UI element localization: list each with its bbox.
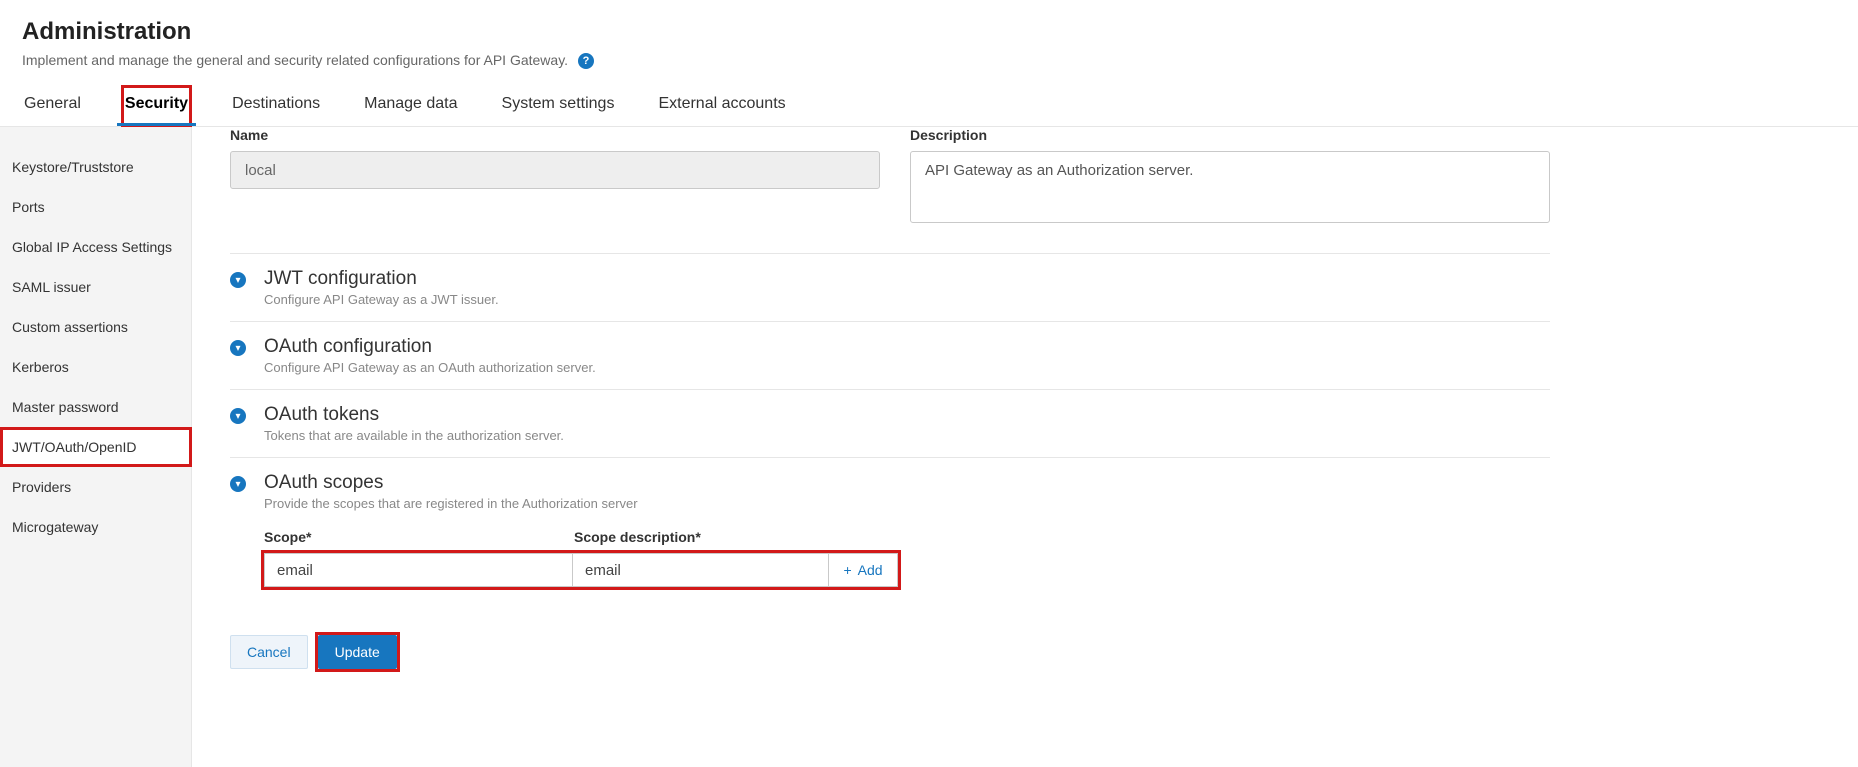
description-label: Description	[910, 127, 1550, 143]
accordion-title: OAuth configuration	[264, 336, 596, 358]
tab-system-settings[interactable]: System settings	[500, 87, 617, 125]
accordion-header-jwt[interactable]: ▾ JWT configuration Configure API Gatewa…	[230, 268, 1550, 307]
chevron-down-icon: ▾	[230, 408, 246, 424]
sidebar-item-keystore[interactable]: Keystore/Truststore	[0, 147, 191, 187]
sidebar-item-global-ip[interactable]: Global IP Access Settings	[0, 227, 191, 267]
accordion-title: JWT configuration	[264, 268, 499, 290]
accordion-subtitle: Tokens that are available in the authori…	[264, 428, 564, 443]
footer-buttons: Cancel Update	[230, 635, 1838, 669]
update-button[interactable]: Update	[318, 635, 397, 669]
accordion-oauth-scopes: ▾ OAuth scopes Provide the scopes that a…	[230, 457, 1550, 601]
accordion-subtitle: Configure API Gateway as a JWT issuer.	[264, 292, 499, 307]
sidebar-item-saml[interactable]: SAML issuer	[0, 267, 191, 307]
tab-security[interactable]: Security	[123, 87, 190, 125]
accordion-oauth-tokens: ▾ OAuth tokens Tokens that are available…	[230, 389, 1550, 457]
accordion-subtitle: Provide the scopes that are registered i…	[264, 496, 638, 511]
accordion-jwt-config: ▾ JWT configuration Configure API Gatewa…	[230, 253, 1550, 321]
add-label: Add	[858, 562, 883, 578]
chevron-down-icon: ▾	[230, 272, 246, 288]
page-subtitle-text: Implement and manage the general and sec…	[22, 52, 568, 68]
accordion-title: OAuth scopes	[264, 472, 638, 494]
add-scope-button[interactable]: + Add	[828, 553, 898, 587]
sidebar-item-master-password[interactable]: Master password	[0, 387, 191, 427]
description-input[interactable]	[910, 151, 1550, 223]
sidebar-item-custom-assertions[interactable]: Custom assertions	[0, 307, 191, 347]
sidebar-item-providers[interactable]: Providers	[0, 467, 191, 507]
sidebar-item-microgateway[interactable]: Microgateway	[0, 507, 191, 547]
name-input[interactable]	[230, 151, 880, 189]
accordion-header-oauth-config[interactable]: ▾ OAuth configuration Configure API Gate…	[230, 336, 1550, 375]
scope-input[interactable]	[264, 553, 567, 587]
scope-description-input[interactable]	[572, 553, 828, 587]
tab-external-accounts[interactable]: External accounts	[656, 87, 787, 125]
sidebar-item-kerberos[interactable]: Kerberos	[0, 347, 191, 387]
name-label: Name	[230, 127, 880, 143]
accordion-subtitle: Configure API Gateway as an OAuth author…	[264, 360, 596, 375]
accordion-oauth-config: ▾ OAuth configuration Configure API Gate…	[230, 321, 1550, 389]
plus-icon: +	[843, 562, 851, 578]
help-icon[interactable]: ?	[578, 53, 594, 69]
page-subtitle: Implement and manage the general and sec…	[22, 52, 1836, 69]
content: Name Description ▾ JWT configuration Con…	[192, 127, 1858, 767]
chevron-down-icon: ▾	[230, 476, 246, 492]
scope-label: Scope*	[264, 529, 574, 545]
accordion-header-oauth-tokens[interactable]: ▾ OAuth tokens Tokens that are available…	[230, 404, 1550, 443]
accordion-header-oauth-scopes[interactable]: ▾ OAuth scopes Provide the scopes that a…	[230, 472, 1550, 511]
sidebar: Keystore/Truststore Ports Global IP Acce…	[0, 127, 192, 767]
sidebar-item-jwt-oauth-openid[interactable]: JWT/OAuth/OpenID	[0, 427, 192, 467]
cancel-button[interactable]: Cancel	[230, 635, 308, 669]
tab-general[interactable]: General	[22, 87, 83, 125]
page-title: Administration	[22, 18, 1836, 46]
tabs: General Security Destinations Manage dat…	[22, 87, 1836, 126]
tab-manage-data[interactable]: Manage data	[362, 87, 459, 125]
scope-block: Scope* Scope description* + Add	[264, 529, 1550, 587]
accordion-title: OAuth tokens	[264, 404, 564, 426]
scope-desc-label: Scope description*	[574, 529, 701, 545]
tab-destinations[interactable]: Destinations	[230, 87, 322, 125]
sidebar-item-ports[interactable]: Ports	[0, 187, 191, 227]
chevron-down-icon: ▾	[230, 340, 246, 356]
